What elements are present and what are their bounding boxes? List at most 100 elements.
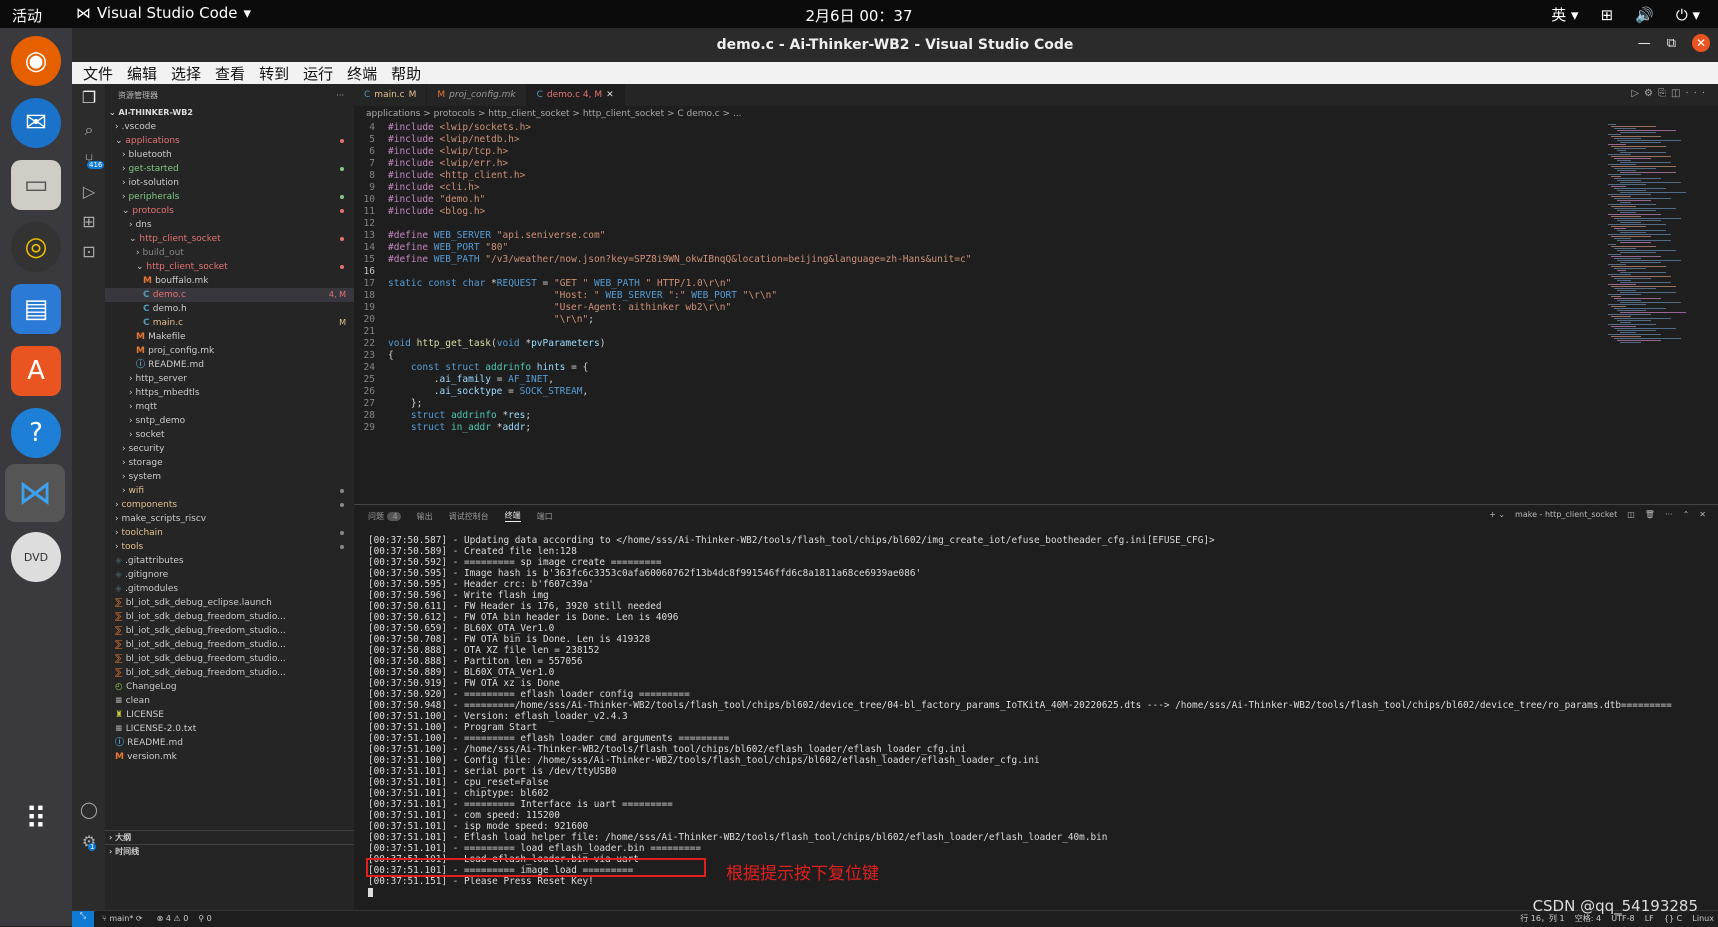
more-icon[interactable]: ··· xyxy=(1665,510,1673,519)
more-actions-icon[interactable]: ··· xyxy=(336,91,344,100)
tree-item[interactable]: › mqtt xyxy=(105,400,354,414)
tree-item[interactable]: ⌄ http_client_socket xyxy=(105,260,354,274)
terminal-output[interactable]: [00:37:50.587] - Updating data according… xyxy=(368,535,1672,897)
close-tab-icon[interactable]: ✕ xyxy=(606,84,614,106)
tree-item[interactable]: › sntp_demo xyxy=(105,414,354,428)
tree-item[interactable]: ≡ LICENSE-2.0.txt xyxy=(105,722,354,736)
files-icon[interactable]: ▭ xyxy=(11,160,61,210)
tree-item[interactable]: ◈ .gitignore xyxy=(105,568,354,582)
ime-indicator[interactable]: 英 ▾ xyxy=(1551,4,1578,25)
tree-item[interactable]: ⅀ bl_iot_sdk_debug_eclipse.launch xyxy=(105,596,354,610)
tree-item[interactable]: C demo.c 4, M xyxy=(105,288,354,302)
tree-item[interactable]: ⅀ bl_iot_sdk_debug_freedom_studio... xyxy=(105,638,354,652)
explorer-icon[interactable]: ❐ xyxy=(78,88,100,110)
tree-item[interactable]: › tools xyxy=(105,540,354,554)
panel-tab[interactable]: 端口 xyxy=(537,511,553,522)
dvd-icon[interactable]: DVD xyxy=(11,532,61,582)
tree-item[interactable]: ⅀ bl_iot_sdk_debug_freedom_studio... xyxy=(105,652,354,666)
split-terminal-icon[interactable]: ◫ xyxy=(1627,510,1635,519)
tree-item[interactable]: › components xyxy=(105,498,354,512)
menu-edit[interactable]: 编辑 xyxy=(120,62,164,84)
editor-tab[interactable]: Mproj_config.mk xyxy=(427,84,527,106)
run-debug-icon[interactable]: ▷ xyxy=(78,182,100,204)
extensions-icon[interactable]: ⊞ xyxy=(78,212,100,234)
tree-item[interactable]: › build_out xyxy=(105,246,354,260)
new-terminal-icon[interactable]: + ⌄ xyxy=(1489,510,1505,519)
rhythmbox-icon[interactable]: ◎ xyxy=(11,222,61,272)
search-icon[interactable]: ⌕ xyxy=(78,120,100,142)
app-store-icon[interactable]: A xyxy=(11,346,61,396)
menu-terminal[interactable]: 终端 xyxy=(340,62,384,84)
accounts-icon[interactable]: ◯ xyxy=(78,800,100,822)
menu-file[interactable]: 文件 xyxy=(76,62,120,84)
tree-item[interactable]: › socket xyxy=(105,428,354,442)
menu-help[interactable]: 帮助 xyxy=(384,62,428,84)
manage-gear-icon[interactable]: ⚙ 1 xyxy=(78,832,100,854)
menu-run[interactable]: 运行 xyxy=(296,62,340,84)
tree-item[interactable]: ⅀ bl_iot_sdk_debug_freedom_studio... xyxy=(105,666,354,680)
code-view[interactable]: 4 #include <lwip/sockets.h> 5 #include <lwi… xyxy=(354,122,1534,434)
panel-tab[interactable]: 问题 4 xyxy=(368,511,401,522)
clock[interactable]: 2月6日 00：37 xyxy=(0,5,1718,26)
writer-icon[interactable]: ▤ xyxy=(11,284,61,334)
tree-item[interactable]: M Makefile xyxy=(105,330,354,344)
terminal-task[interactable]: make - http_client_socket xyxy=(1515,510,1617,519)
maximize-panel-icon[interactable]: ⌃ xyxy=(1683,510,1690,519)
remote-explorer-icon[interactable]: ⊡ xyxy=(78,242,100,264)
maximize-icon[interactable]: ⧉ xyxy=(1667,36,1676,51)
tree-item[interactable]: ♜ LICENSE xyxy=(105,708,354,722)
panel-tab[interactable]: 终端 xyxy=(504,510,521,522)
close-icon[interactable]: ✕ xyxy=(1692,34,1710,52)
tree-item[interactable]: › wifi xyxy=(105,484,354,498)
tree-item[interactable]: ≡ clean xyxy=(105,694,354,708)
panel-tab[interactable]: 调试控制台 xyxy=(449,511,489,522)
editor-tab[interactable]: Cdemo.c 4, M ✕ xyxy=(526,84,625,106)
tree-item[interactable]: › .vscode xyxy=(105,120,354,134)
tree-item[interactable]: ◈ .gitmodules xyxy=(105,582,354,596)
tree-item[interactable]: › storage xyxy=(105,456,354,470)
tree-item[interactable]: › system xyxy=(105,470,354,484)
tree-item[interactable]: › peripherals xyxy=(105,190,354,204)
timeline-section[interactable]: › 时间线 xyxy=(105,844,354,859)
minimap[interactable] xyxy=(1600,122,1710,502)
source-control-icon[interactable]: ⑂ 416 xyxy=(78,150,105,172)
tree-item[interactable]: ⓘ README.md xyxy=(105,358,354,372)
tree-item[interactable]: › http_server xyxy=(105,372,354,386)
editor-actions[interactable]: ▷⚙⎘◫··· xyxy=(1631,88,1710,99)
tree-item[interactable]: ⓘ README.md xyxy=(105,736,354,750)
workspace-root[interactable]: ⌄ AI-THINKER-WB2 xyxy=(105,106,354,120)
tree-item[interactable]: C demo.h xyxy=(105,302,354,316)
tree-item[interactable]: › make_scripts_riscv xyxy=(105,512,354,526)
vscode-dock-icon[interactable]: ⋈ xyxy=(5,464,65,522)
menu-go[interactable]: 转到 xyxy=(252,62,296,84)
volume-icon[interactable]: 🔊 xyxy=(1635,6,1654,24)
tree-item[interactable]: › security xyxy=(105,442,354,456)
tree-item[interactable]: › bluetooth xyxy=(105,148,354,162)
tree-item[interactable]: C main.c M xyxy=(105,316,354,330)
close-panel-icon[interactable]: ✕ xyxy=(1699,510,1706,519)
minimize-icon[interactable]: — xyxy=(1638,36,1651,51)
tree-item[interactable]: ⅀ bl_iot_sdk_debug_freedom_studio... xyxy=(105,610,354,624)
show-apps-icon[interactable]: ⠿ xyxy=(11,794,61,844)
tree-item[interactable]: ⅀ bl_iot_sdk_debug_freedom_studio... xyxy=(105,624,354,638)
firefox-icon[interactable]: ◉ xyxy=(11,36,61,86)
panel-tab[interactable]: 输出 xyxy=(417,511,433,522)
problems-indicator[interactable]: ⊗ 4 ⚠ 0 xyxy=(157,914,189,923)
remote-indicator-icon[interactable]: ⤡ xyxy=(72,910,94,927)
help-icon[interactable]: ? xyxy=(11,408,61,458)
tree-item[interactable]: M bouffalo.mk xyxy=(105,274,354,288)
outline-section[interactable]: › 大纲 xyxy=(105,830,354,845)
editor-tab[interactable]: Cmain.c M xyxy=(354,84,428,106)
tree-item[interactable]: M proj_config.mk xyxy=(105,344,354,358)
tree-item[interactable]: ◈ .gitattributes xyxy=(105,554,354,568)
tree-item[interactable]: › iot-solution xyxy=(105,176,354,190)
breadcrumb[interactable]: applications > protocols > http_client_s… xyxy=(354,106,1718,122)
menu-view[interactable]: 查看 xyxy=(208,62,252,84)
tree-item[interactable]: ⌄ http_client_socket xyxy=(105,232,354,246)
trash-icon[interactable]: 🗑 xyxy=(1645,510,1655,519)
tree-item[interactable]: › get-started xyxy=(105,162,354,176)
ports-indicator[interactable]: ⚲ 0 xyxy=(198,914,212,923)
menu-selection[interactable]: 选择 xyxy=(164,62,208,84)
branch-indicator[interactable]: ⑂ main* ⟳ xyxy=(102,914,143,923)
tree-item[interactable]: ◴ ChangeLog xyxy=(105,680,354,694)
